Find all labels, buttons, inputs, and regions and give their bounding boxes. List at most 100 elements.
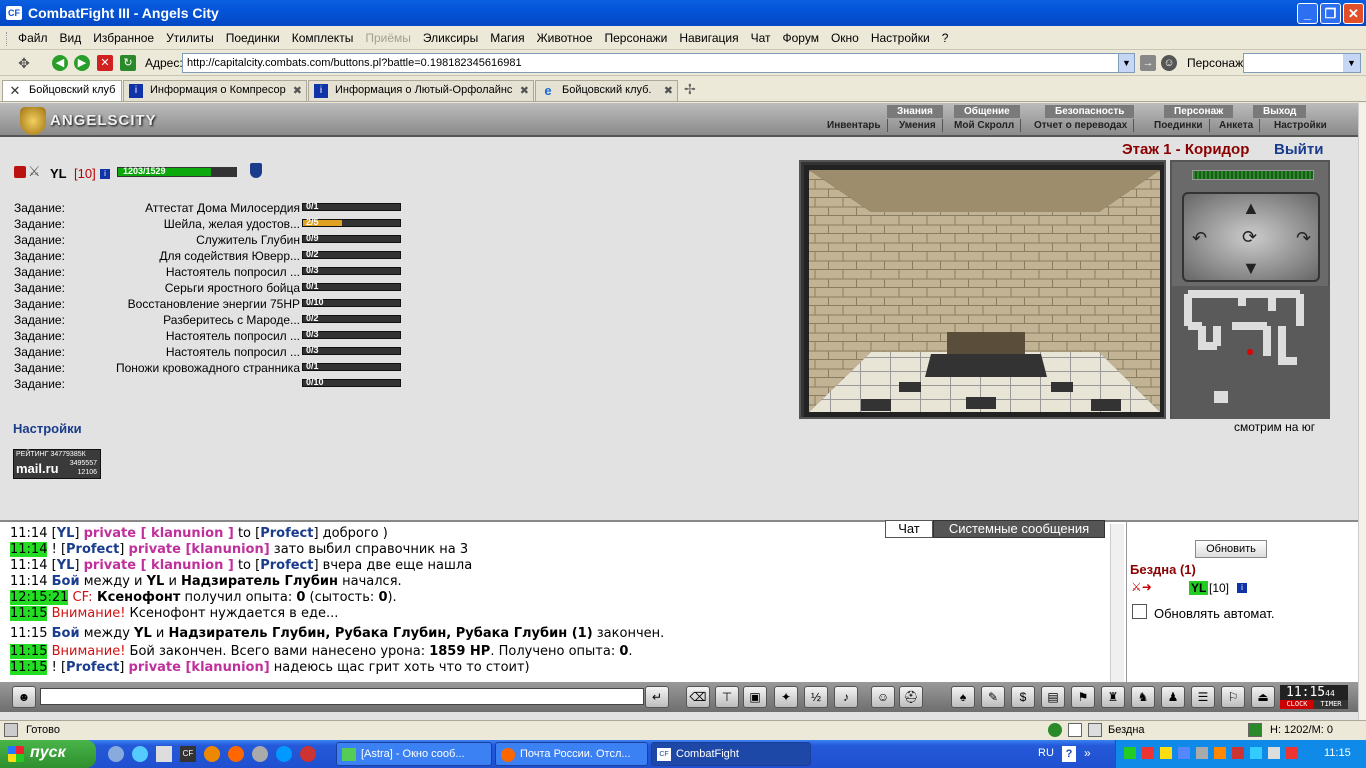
- turn-right-icon[interactable]: ↷: [1296, 228, 1311, 249]
- tray-icon[interactable]: [1196, 747, 1208, 759]
- help-icon[interactable]: ?: [1062, 746, 1076, 762]
- desktop-icon[interactable]: [108, 746, 124, 762]
- player-name[interactable]: YL: [50, 166, 67, 181]
- trade-icon[interactable]: ½: [804, 686, 828, 708]
- refresh-button[interactable]: Обновить: [1195, 540, 1267, 558]
- menu-item-7[interactable]: Эликсиры: [417, 31, 484, 45]
- tab-close-icon[interactable]: ✖: [520, 84, 529, 97]
- go-icon[interactable]: →: [1140, 55, 1156, 71]
- nav-communication[interactable]: Общение: [954, 105, 1020, 118]
- opera-icon[interactable]: [300, 746, 316, 762]
- helmet-icon[interactable]: ⛑: [899, 686, 923, 708]
- chat-time[interactable]: 11:15: [10, 644, 48, 659]
- turn-left-icon[interactable]: ↶: [1192, 228, 1207, 249]
- chat-text-part[interactable]: Profect: [66, 542, 119, 557]
- forward-icon[interactable]: ▶: [74, 55, 90, 71]
- menu-item-2[interactable]: Избранное: [87, 31, 160, 45]
- chat-text-part[interactable]: Бой: [52, 626, 80, 641]
- nav-settings[interactable]: Настройки: [1268, 119, 1333, 132]
- app-icon[interactable]: [204, 746, 220, 762]
- chat-time[interactable]: 11:15: [10, 606, 48, 621]
- tab-chat[interactable]: Чат: [885, 520, 933, 538]
- chat-input[interactable]: [40, 688, 644, 705]
- tray-clock[interactable]: 11:15: [1324, 747, 1351, 759]
- close-icon[interactable]: ✕: [8, 84, 22, 98]
- chest-icon[interactable]: ▤: [1041, 686, 1065, 708]
- quest-name[interactable]: Шейла, желая удостов...: [76, 217, 300, 231]
- info-icon[interactable]: i: [100, 169, 110, 179]
- messenger-icon[interactable]: [132, 746, 148, 762]
- quest-name[interactable]: Для содействия Юверр...: [76, 249, 300, 263]
- persona-select[interactable]: ▼: [1243, 53, 1361, 73]
- online-user[interactable]: YL: [1189, 581, 1209, 595]
- quest-name[interactable]: Служитель Глубин: [76, 233, 300, 247]
- move-icon[interactable]: ✥: [16, 55, 32, 71]
- menu-item-0[interactable]: Файл: [12, 31, 54, 45]
- skype-icon[interactable]: [276, 746, 292, 762]
- address-input[interactable]: http://capitalcity.combats.com/buttons.p…: [182, 53, 1122, 73]
- minimize-button[interactable]: _: [1297, 3, 1318, 24]
- friends-icon[interactable]: ♟: [1161, 686, 1185, 708]
- timer-label[interactable]: TIMER: [1314, 700, 1348, 709]
- back-icon[interactable]: ◀: [52, 55, 68, 71]
- auto-refresh-checkbox[interactable]: [1132, 604, 1147, 619]
- cf-icon[interactable]: CF: [180, 746, 196, 762]
- maximize-button[interactable]: ❐: [1320, 3, 1341, 24]
- arrow-up-icon[interactable]: ▲: [1242, 198, 1260, 219]
- tab-info-kompresor[interactable]: i Информация о Компресор ✖: [123, 80, 307, 101]
- chat-text-part[interactable]: Бой: [52, 574, 80, 589]
- clan-icon[interactable]: ♜: [1101, 686, 1125, 708]
- chat-scrollbar[interactable]: [1110, 524, 1124, 682]
- chat-text-part[interactable]: Profect: [260, 558, 313, 573]
- settings-link[interactable]: Настройки: [13, 421, 82, 436]
- save-icon[interactable]: ▣: [743, 686, 767, 708]
- chat-text-part[interactable]: private [ klanunion ]: [84, 558, 234, 573]
- nav-security[interactable]: Безопасность: [1045, 105, 1135, 118]
- nav-knowledge[interactable]: Знания: [887, 105, 943, 118]
- chat-time[interactable]: 11:14: [10, 526, 47, 541]
- volume-icon[interactable]: [1232, 747, 1244, 759]
- nav-exit[interactable]: Выход: [1253, 105, 1307, 118]
- stop-icon[interactable]: ✕: [97, 55, 113, 71]
- menu-item-1[interactable]: Вид: [54, 31, 88, 45]
- menu-item-15[interactable]: Настройки: [865, 31, 936, 45]
- exit-link[interactable]: Выйти: [1274, 141, 1323, 158]
- sound-icon[interactable]: ♪: [834, 686, 858, 708]
- nav-skills[interactable]: Умения: [893, 119, 943, 132]
- chat-text-part[interactable]: private [klanunion]: [129, 542, 270, 557]
- bag-icon[interactable]: ♠: [951, 686, 975, 708]
- chat-time[interactable]: 11:14: [10, 574, 47, 589]
- tray-icon[interactable]: [1178, 747, 1190, 759]
- quest-name[interactable]: Аттестат Дома Милосердия: [76, 201, 300, 215]
- tray-icon[interactable]: [1286, 747, 1298, 759]
- close-button[interactable]: ✕: [1343, 3, 1364, 24]
- chat-time[interactable]: 11:14: [10, 558, 47, 573]
- tab-info-lyutyi[interactable]: i Информация о Лютый-Орфолайнс ✖: [308, 80, 534, 101]
- chat-time[interactable]: 12:15:21: [10, 590, 69, 605]
- eraser-icon[interactable]: ⌫: [686, 686, 710, 708]
- smile-menu-icon[interactable]: ☻: [12, 686, 36, 708]
- task-astra[interactable]: [Astra] - Окно сооб...: [336, 742, 492, 766]
- quest-name[interactable]: Настоятель попросил ...: [76, 345, 300, 359]
- quest-name[interactable]: Восстановление энергии 75HP: [76, 297, 300, 311]
- tab-fight-club[interactable]: ✕ Бойцовский клуб: [2, 80, 122, 101]
- tab-system-messages[interactable]: Системные сообщения: [933, 520, 1105, 538]
- arrow-down-icon[interactable]: ▼: [1242, 258, 1260, 279]
- tray-icon[interactable]: [1160, 747, 1172, 759]
- info-icon[interactable]: i: [1237, 583, 1247, 593]
- nav-fights[interactable]: Поединки: [1148, 119, 1210, 132]
- clock-label[interactable]: CLOCK: [1280, 700, 1314, 709]
- quest-name[interactable]: Поножи кровожадного странника: [76, 361, 300, 375]
- page-scrollbar[interactable]: [1358, 103, 1366, 720]
- armor-icon[interactable]: ♞: [1131, 686, 1155, 708]
- tab-fight-club-2[interactable]: e Бойцовский клуб. ✖: [535, 80, 678, 101]
- chat-text-part[interactable]: YL: [57, 526, 75, 541]
- chat-text-part[interactable]: private [ klanunion ]: [84, 526, 234, 541]
- chat-time[interactable]: 11:15: [10, 660, 48, 675]
- chevron-icon[interactable]: »: [1084, 746, 1091, 760]
- refresh-view-icon[interactable]: ⟳: [1242, 227, 1257, 248]
- group-icon[interactable]: ☰: [1191, 686, 1215, 708]
- exit-icon[interactable]: ⏏: [1251, 686, 1275, 708]
- media-icon[interactable]: [252, 746, 268, 762]
- network-icon[interactable]: [1250, 747, 1262, 759]
